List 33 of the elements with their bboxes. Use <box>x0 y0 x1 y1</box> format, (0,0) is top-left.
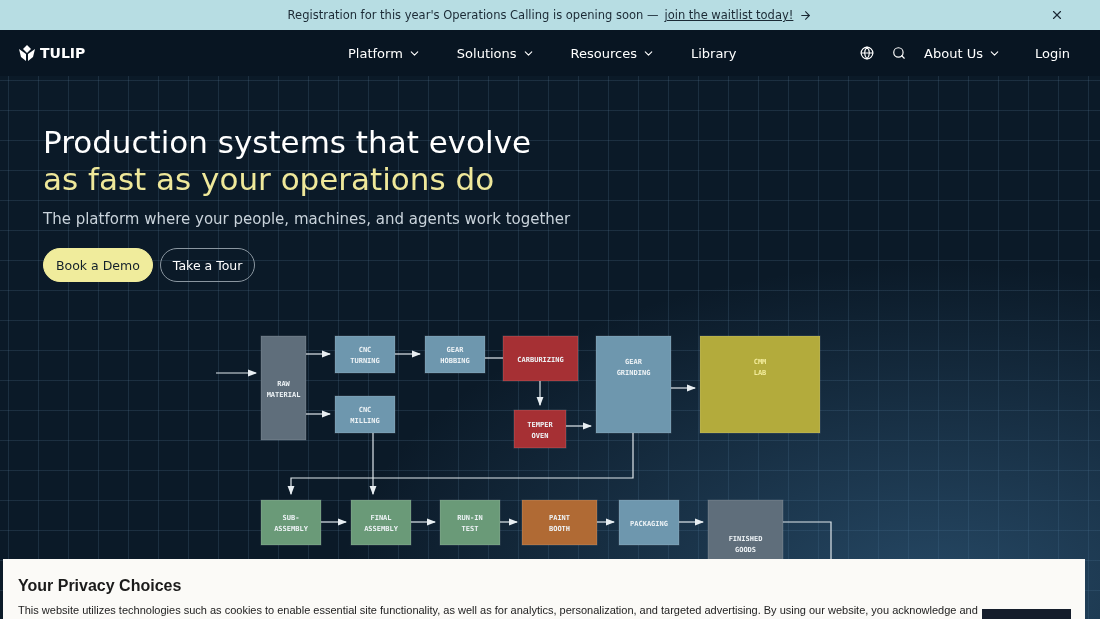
flow-arrow <box>215 369 258 377</box>
flow-arrow <box>305 350 332 358</box>
flow-arrow <box>670 384 697 392</box>
connector-line <box>484 357 504 359</box>
waitlist-link[interactable]: join the waitlist today! <box>664 8 794 22</box>
nav-link[interactable]: Login <box>1034 45 1070 61</box>
flow-arrow <box>678 518 705 526</box>
flow-arrow <box>596 518 616 526</box>
flow-arrow <box>499 518 519 526</box>
close-button[interactable] <box>1050 8 1064 22</box>
privacy-title: Your Privacy Choices <box>18 577 183 595</box>
brand-name[interactable]: TULIP <box>40 45 86 61</box>
nav-link[interactable]: Platform <box>348 45 421 61</box>
hero-subtitle: The platform where your people, machines, and agents work together <box>43 210 572 228</box>
flow-arrow <box>394 350 422 358</box>
flow-arrow <box>565 422 593 430</box>
nav-link[interactable]: About Us <box>924 45 1001 61</box>
tulip-logo-icon <box>18 44 36 62</box>
nav-link[interactable]: Resources <box>570 45 655 61</box>
arrow-right-icon <box>799 8 813 22</box>
demo-button[interactable]: Book a Demo <box>43 248 153 282</box>
banner-text: Registration for this year's Operations Calling is opening soon — <box>287 8 659 22</box>
nav-link[interactable]: Library <box>690 45 737 61</box>
flow-arrow <box>320 518 348 526</box>
flow-arrow <box>305 410 332 418</box>
flow-arrow <box>410 518 437 526</box>
nav-link[interactable]: Solutions <box>456 45 535 61</box>
privacy-text: This website utilizes technologies such as cookies to enable essential site functionality, as well as for analytics, personalization, and targeted advertising. By using our website, you acknowledge and <box>18 604 978 617</box>
hero-headline-accent: as fast as your operations do <box>43 161 496 198</box>
hero-headline: Production systems that evolve <box>43 124 533 161</box>
search-icon[interactable] <box>892 46 907 60</box>
flow-arrow <box>536 380 544 407</box>
globe-icon[interactable] <box>860 46 875 60</box>
